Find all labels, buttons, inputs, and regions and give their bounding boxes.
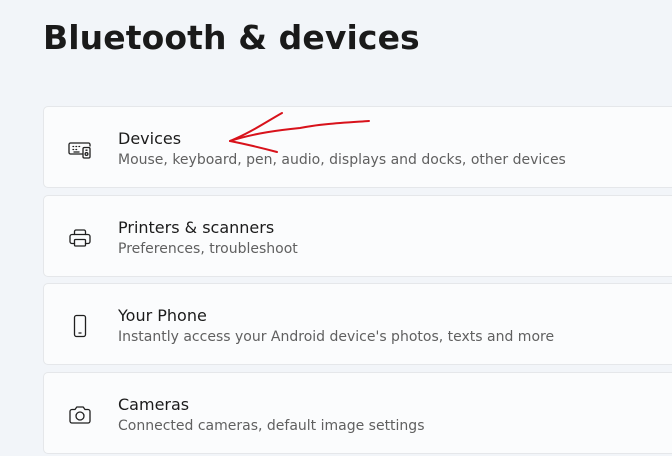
cameras-subtitle: Connected cameras, default image setting… bbox=[118, 418, 425, 434]
phone-icon bbox=[66, 312, 94, 340]
printers-scanners-card[interactable]: Printers & scanners Preferences, trouble… bbox=[43, 195, 672, 277]
your-phone-title: Your Phone bbox=[118, 306, 207, 325]
printer-icon bbox=[66, 224, 94, 252]
printers-scanners-title: Printers & scanners bbox=[118, 218, 275, 237]
your-phone-card[interactable]: Your Phone Instantly access your Android… bbox=[43, 283, 672, 365]
cameras-card[interactable]: Cameras Connected cameras, default image… bbox=[43, 372, 672, 454]
devices-title: Devices bbox=[118, 129, 182, 148]
devices-subtitle: Mouse, keyboard, pen, audio, displays an… bbox=[118, 152, 566, 168]
page-title: Bluetooth & devices bbox=[43, 18, 420, 57]
devices-icon bbox=[66, 135, 94, 163]
devices-card[interactable]: Devices Mouse, keyboard, pen, audio, dis… bbox=[43, 106, 672, 188]
cameras-title: Cameras bbox=[118, 395, 190, 414]
your-phone-subtitle: Instantly access your Android device's p… bbox=[118, 329, 555, 345]
camera-icon bbox=[66, 401, 94, 429]
printers-scanners-subtitle: Preferences, troubleshoot bbox=[118, 241, 298, 257]
